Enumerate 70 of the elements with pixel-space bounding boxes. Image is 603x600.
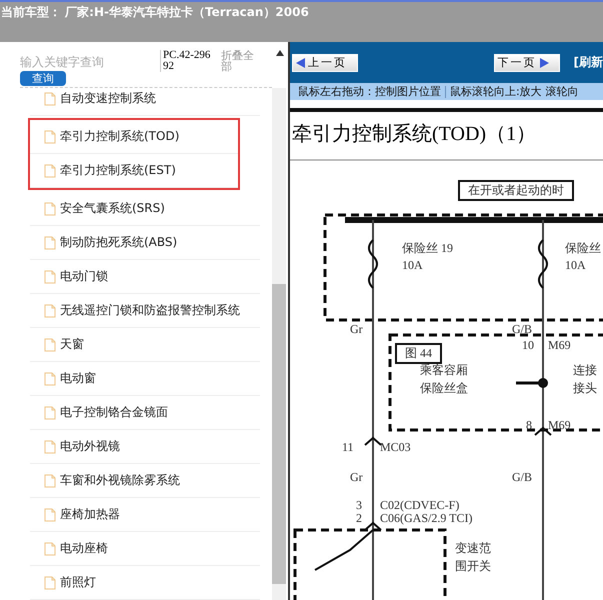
file-icon [44,270,56,284]
file-icon [44,202,56,216]
diagram-label: 3 [356,498,362,513]
diagram-label: C06(GAS/2.9 TCI) [380,511,472,526]
right-arrow-icon [540,58,549,68]
tree-item[interactable]: 电动门锁 [30,260,260,294]
tree-item[interactable]: 牵引力控制系统(EST) [30,154,238,188]
diagram-label: G/B [512,470,532,485]
diagram-label: 连接 [573,362,597,379]
tree-item[interactable]: 电动外视镜 [30,430,260,464]
diagram-label: 10A [402,258,423,273]
file-icon [44,164,56,178]
scroll-up-icon[interactable] [276,50,284,56]
diagram-label: 接头 [573,380,597,397]
diagram-label: 保险丝 [565,240,601,257]
diagram-label: 乘客容厢 [420,362,468,379]
file-icon [44,508,56,522]
tree-item[interactable]: 车窗和外视镜除雾系统 [30,464,260,498]
file-icon [44,474,56,488]
diagram-label: C02(CDVEC-F) [380,498,460,513]
tree-item[interactable]: 前照灯 [30,566,260,600]
diagram-label: 11 [342,440,354,455]
left-arrow-icon [296,58,305,68]
file-icon [44,542,56,556]
diagram-label: 10 [522,338,534,353]
diagram-label: 8 [526,418,532,433]
diagram-label: 10A [565,258,586,273]
file-icon [44,372,56,386]
file-icon [44,406,56,420]
file-icon [44,576,56,590]
query-button[interactable]: 查询 [20,71,66,86]
file-icon [44,92,56,106]
file-icon [44,338,56,352]
tree-item[interactable]: 座椅加热器 [30,498,260,532]
diagram-label: 2 [356,511,362,526]
tree-item[interactable]: 安全气囊系统(SRS) [30,192,260,226]
vehicle-title: 当前车型： 厂家:H-华泰汽车特拉卡（Terracan）2006 [0,4,309,21]
tree-item[interactable]: 天窗 [30,328,260,362]
file-icon [44,130,56,144]
diagram-label: G/B [512,322,532,337]
file-icon [44,236,56,250]
next-page-button[interactable]: 下一页 [494,54,560,72]
tree-item[interactable]: 无线遥控门锁和防盗报警控制系统 [30,294,260,328]
file-icon [44,440,56,454]
diagram-label: M69 [548,418,571,433]
tree-item[interactable]: 电动窗 [30,362,260,396]
diagram-label: M69 [548,338,571,353]
hint-text: 滚轮向 [546,84,579,99]
tree-item[interactable]: 牵引力控制系统(TOD) [30,120,238,154]
scrollbar[interactable] [272,88,286,600]
previous-page-button[interactable]: 上一页 [292,54,358,72]
tree-item[interactable]: 电子控制铬合金镜面 [30,396,260,430]
part-code: PC.42-29692 [160,50,213,72]
diagram-label: Gr [350,322,363,337]
hint-text: 鼠标滚轮向上:放大 [450,84,542,99]
diagram-label: 保险丝盒 [420,380,468,397]
tree-item[interactable]: 电动座椅 [30,532,260,566]
file-icon [44,304,56,318]
tree-item[interactable]: 制动防抱死系统(ABS) [30,226,260,260]
refresh-link[interactable]: [刷新 [574,54,603,71]
tree-item[interactable]: 自动变速控制系统 [30,88,260,116]
diagram-label: 变速范 [455,540,491,557]
diagram-label: Gr [350,470,363,485]
diagram-label: MC03 [380,440,411,455]
diagram-title: 牵引力控制系统(TOD)（1） [292,122,536,147]
diagram-label: 围开关 [455,558,491,575]
diagram-label: 图 44 [395,343,442,364]
hint-text: 鼠标左右拖动：控制图片位置 [298,84,441,99]
diagram-label: 在开或者起动的时 [458,180,574,201]
diagram-label: 保险丝 19 [402,240,453,257]
